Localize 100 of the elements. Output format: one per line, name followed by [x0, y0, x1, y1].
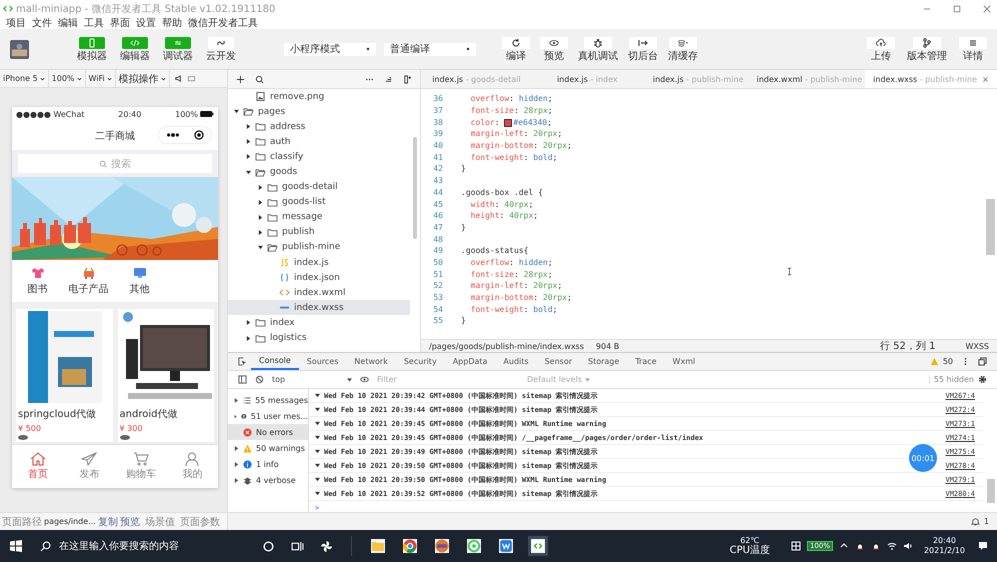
tree-item[interactable]: message	[282, 212, 322, 222]
split-icon[interactable]	[403, 74, 412, 84]
collapsed-arrow-icon[interactable]	[258, 200, 263, 205]
volume-icon[interactable]	[902, 541, 913, 551]
editor-tab[interactable]: index.wxml - publish-mine	[754, 70, 866, 88]
category-label[interactable]: 图书	[28, 282, 48, 296]
tree-item[interactable]: auth	[270, 136, 290, 147]
message-filter[interactable]: 55 messages	[228, 392, 308, 408]
collapsed-arrow-icon[interactable]	[258, 230, 263, 235]
tab-bar-item[interactable]: 我的	[166, 445, 218, 488]
expanded-arrow-icon[interactable]	[258, 244, 263, 250]
category-label[interactable]: 其他	[130, 282, 150, 296]
scrollbar[interactable]	[413, 137, 417, 239]
layers-icon[interactable]	[678, 38, 688, 48]
capsule-button[interactable]	[158, 126, 212, 144]
collapsed-arrow-icon[interactable]	[258, 184, 263, 190]
devtools-tab[interactable]: Network	[346, 353, 396, 370]
editor-tab[interactable]: index.wxss - publish-mine	[865, 70, 997, 88]
preview-link[interactable]: 预览	[120, 514, 140, 528]
wifi-icon[interactable]	[886, 541, 897, 551]
menu-item[interactable]: 界面	[110, 16, 130, 30]
pinwheel-icon[interactable]	[320, 540, 333, 552]
context-select[interactable]: top	[272, 375, 352, 384]
expanded-arrow-icon[interactable]	[315, 407, 320, 412]
tree-item[interactable]: address	[270, 122, 306, 132]
devtools-tab[interactable]: Sensor	[536, 353, 580, 370]
refresh-icon[interactable]	[511, 38, 521, 48]
close-icon[interactable]	[983, 4, 991, 12]
collapse-icon[interactable]	[384, 74, 393, 84]
tree-item[interactable]: logistics	[270, 333, 307, 344]
tree-item[interactable]: goods-detail	[282, 182, 338, 192]
view-toggle[interactable]	[165, 36, 191, 48]
tree-item[interactable]: classify	[270, 152, 304, 162]
simulator-select[interactable]: 100%	[48, 70, 86, 87]
message-filter[interactable]: 50 warnings	[228, 440, 308, 456]
bell-icon[interactable]	[970, 517, 980, 526]
app-icon[interactable]	[499, 539, 513, 553]
scrollbar[interactable]	[987, 479, 995, 503]
category-label[interactable]: 电子产品	[68, 282, 108, 296]
product-card[interactable]: android代做 ¥ 300	[118, 309, 214, 442]
inspect-icon[interactable]	[238, 357, 247, 366]
expanded-arrow-icon[interactable]	[315, 421, 320, 426]
mode-select[interactable]: 小程序模式	[284, 42, 376, 56]
collapsed-arrow-icon[interactable]	[246, 154, 251, 160]
devtools-app-icon[interactable]	[531, 539, 545, 553]
devtools-tab[interactable]: Wxml	[664, 353, 704, 370]
tab-bar-item[interactable]: 发布	[64, 445, 115, 488]
tree-item[interactable]: index.js	[294, 258, 329, 268]
close-icon[interactable]	[982, 76, 989, 82]
tree-item[interactable]: publish-mine	[282, 242, 340, 252]
view-toggle[interactable]	[122, 36, 148, 48]
sidebar-toggle-icon[interactable]	[238, 375, 247, 384]
message-filter[interactable]: 51 user mes...	[228, 408, 308, 424]
compile-select[interactable]: 普通编译	[384, 42, 476, 56]
collapsed-arrow-icon[interactable]	[246, 336, 251, 341]
task-view-icon[interactable]	[291, 540, 304, 552]
simulator-select[interactable]: 模拟操作	[116, 70, 170, 87]
scrollbar[interactable]	[986, 199, 995, 255]
menu-item[interactable]: 微信开发者工具	[188, 16, 258, 30]
grid-icon[interactable]	[790, 541, 801, 551]
tab-bar-item[interactable]: 首页	[12, 445, 64, 488]
collapsed-arrow-icon[interactable]	[246, 320, 251, 326]
menu-item[interactable]: 文件	[32, 16, 52, 30]
editor-tab[interactable]: index.js - index	[532, 70, 643, 88]
simulator-select[interactable]: iPhone 5	[0, 70, 49, 87]
search-icon[interactable]	[255, 74, 264, 84]
devtools-tab[interactable]: Console	[251, 353, 299, 370]
window-icon[interactable]	[186, 74, 196, 83]
app-icon[interactable]	[435, 539, 449, 553]
notification-icon[interactable]	[978, 541, 988, 551]
devtools-tab[interactable]: Storage	[580, 353, 628, 370]
speaker-icon[interactable]	[174, 74, 183, 83]
message-filter[interactable]: 4 verbose	[228, 472, 308, 488]
maximize-icon[interactable]	[953, 4, 961, 12]
message-filter[interactable]: 1 info	[228, 456, 308, 472]
branch-icon[interactable]	[922, 38, 932, 48]
collapsed-arrow-icon[interactable]	[258, 214, 263, 220]
menu-item[interactable]: 项目	[6, 16, 26, 30]
cortana-icon[interactable]	[262, 540, 275, 552]
expanded-arrow-icon[interactable]	[246, 170, 251, 175]
arrow-right-icon[interactable]	[638, 38, 648, 48]
browser-icon[interactable]	[403, 539, 417, 553]
devtools-tab[interactable]: AppData	[444, 353, 496, 370]
editor-tab[interactable]: index.js - publish-mine	[642, 70, 754, 88]
menu-icon[interactable]	[968, 38, 978, 48]
tree-item[interactable]: publish	[282, 227, 315, 238]
clear-icon[interactable]	[255, 375, 264, 384]
expanded-arrow-icon[interactable]	[315, 463, 320, 468]
menu-item[interactable]: 设置	[136, 16, 156, 30]
shirt-icon[interactable]	[30, 266, 44, 278]
expanded-arrow-icon[interactable]	[315, 393, 320, 398]
menu-item[interactable]: 编辑	[58, 16, 78, 30]
bug-icon[interactable]	[593, 38, 603, 48]
monitor-icon[interactable]	[132, 266, 146, 278]
tree-item[interactable]: index.wxss	[294, 302, 344, 313]
penguin-icon[interactable]	[854, 541, 865, 551]
message-filter[interactable]: No errors	[228, 424, 308, 440]
devtools-tab[interactable]: Security	[396, 353, 445, 370]
product-card[interactable]: springcloud代做 ¥ 500	[16, 309, 112, 442]
tree-item[interactable]: remove.png	[270, 92, 324, 102]
